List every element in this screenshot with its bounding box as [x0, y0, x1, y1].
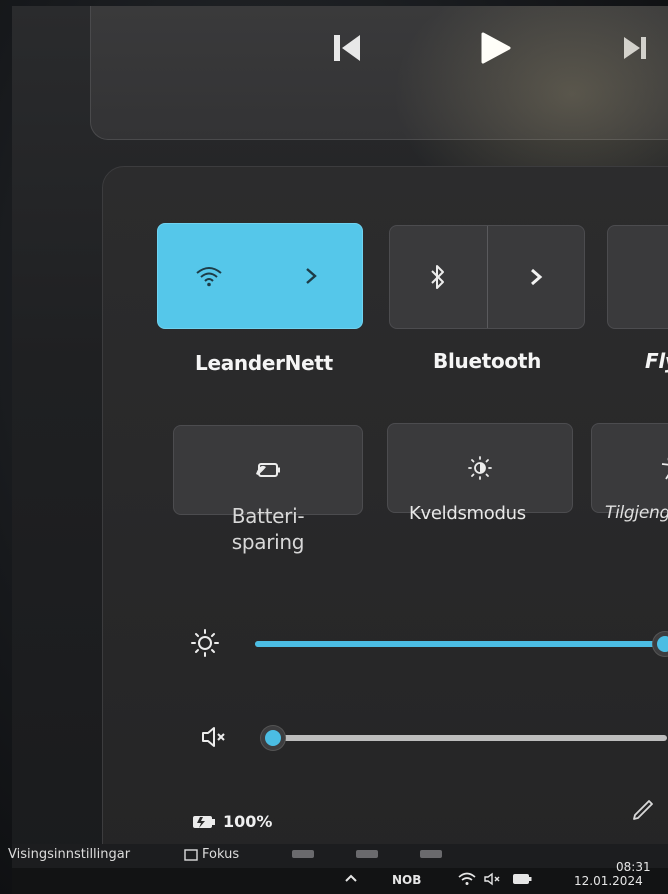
battery-saver-label: Batteri- sparing: [213, 503, 323, 555]
accessibility-toggle[interactable]: [592, 424, 668, 512]
wifi-label: LeanderNett: [195, 351, 333, 375]
bluetooth-label: Bluetooth: [433, 349, 542, 373]
taskbar: Visingsinnstillingar Fokus NOB 08:31 12.…: [8, 844, 668, 894]
bluetooth-expand-button[interactable]: [488, 226, 585, 328]
skip-next-button[interactable]: [611, 26, 659, 70]
taskbar-app-icon[interactable]: [292, 850, 314, 858]
taskbar-app-icon[interactable]: [420, 850, 442, 858]
tray-battery-icon[interactable]: [512, 872, 534, 889]
skip-previous-button[interactable]: [323, 26, 371, 70]
wifi-expand-button[interactable]: [260, 224, 362, 328]
quick-settings-panel: LeanderNett Bluetooth Fl Batteri- sparin…: [102, 166, 668, 866]
display-settings-link[interactable]: Visingsinnstillingar: [8, 847, 130, 862]
focus-button[interactable]: Fokus: [184, 847, 239, 862]
accessibility-icon: [661, 457, 668, 480]
chevron-right-icon: [530, 268, 543, 286]
battery-status[interactable]: 100%: [191, 812, 272, 831]
skip-next-icon: [624, 37, 646, 59]
battery-saver-icon: [256, 463, 280, 477]
pencil-icon: [633, 800, 653, 820]
night-light-icon: [468, 456, 492, 480]
focus-icon: [184, 848, 198, 861]
night-light-tile[interactable]: [387, 423, 573, 513]
airplane-mode-tile[interactable]: [607, 225, 668, 329]
brightness-row: [103, 623, 668, 663]
skip-previous-icon: [334, 35, 360, 61]
brightness-slider-thumb[interactable]: [653, 632, 668, 656]
tray-volume-muted-icon[interactable]: [484, 872, 504, 889]
battery-saver-label-line1: Batteri-: [231, 504, 305, 528]
battery-saver-toggle[interactable]: [174, 426, 362, 514]
taskbar-top-row: Visingsinnstillingar Fokus: [8, 844, 668, 866]
volume-row: [103, 717, 668, 757]
photo-frame: LeanderNett Bluetooth Fl Batteri- sparin…: [0, 0, 668, 894]
brightness-slider-fill: [255, 641, 665, 647]
play-icon: [481, 32, 511, 64]
accessibility-label: Tilgjenge: [605, 503, 668, 523]
media-controls: [90, 6, 668, 140]
language-indicator[interactable]: NOB: [392, 873, 421, 887]
clock-time[interactable]: 08:31: [616, 860, 651, 874]
bluetooth-tile[interactable]: [389, 225, 585, 329]
play-button[interactable]: [471, 26, 519, 70]
screen: LeanderNett Bluetooth Fl Batteri- sparin…: [8, 6, 668, 894]
chevron-right-icon: [306, 268, 317, 284]
airplane-mode-label: Flyn: [645, 349, 668, 373]
night-light-label: Kveldsmodus: [409, 503, 526, 524]
tray-wifi-icon[interactable]: [458, 872, 476, 889]
volume-muted-icon[interactable]: [195, 717, 235, 757]
chevron-up-icon[interactable]: [344, 872, 358, 886]
wifi-icon: [196, 267, 222, 287]
brightness-slider[interactable]: [255, 632, 668, 656]
volume-slider[interactable]: [261, 726, 667, 750]
system-tray: NOB 08:31 12.01.2024: [12, 860, 668, 894]
battery-percent: 100%: [223, 812, 273, 831]
volume-slider-thumb[interactable]: [261, 726, 285, 750]
night-light-toggle[interactable]: [388, 424, 572, 512]
battery-saver-label-line2: sparing: [231, 530, 305, 554]
brightness-icon: [185, 623, 225, 663]
wifi-toggle[interactable]: [158, 224, 260, 328]
bluetooth-icon: [431, 265, 445, 289]
focus-label: Fokus: [202, 847, 240, 862]
battery-icon: [193, 815, 215, 828]
wifi-tile[interactable]: [157, 223, 363, 329]
taskbar-app-icon[interactable]: [356, 850, 378, 858]
clock-date[interactable]: 12.01.2024: [574, 874, 643, 888]
battery-saver-tile[interactable]: [173, 425, 363, 515]
accessibility-tile[interactable]: [591, 423, 668, 513]
bluetooth-toggle[interactable]: [390, 226, 487, 328]
edit-quick-settings-button[interactable]: [631, 795, 657, 825]
